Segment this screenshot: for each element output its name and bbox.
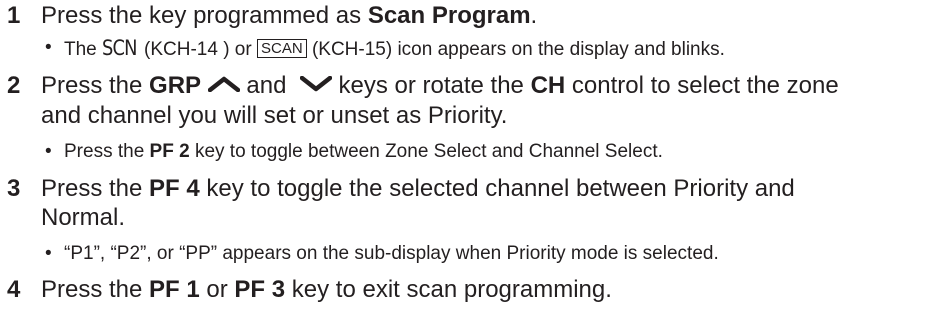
grp-key-label: GRP (149, 72, 202, 99)
step-text: Press the GRP and keys or rotate the CH … (41, 70, 839, 130)
step-1-note: • The SCN (KCH-14 ) or SCAN (KCH-15) ico… (45, 36, 725, 60)
pf4-key-label: PF 4 (149, 175, 200, 203)
step-text: Press the PF 4 key to toggle the selecte… (41, 175, 795, 232)
pf3-key-label: PF 3 (234, 276, 286, 304)
scn-segment-icon: SCN (102, 36, 137, 60)
step-text: Press the PF 1 or PF 3 key to exit scan … (41, 276, 612, 304)
bullet: • (45, 37, 52, 58)
step-number: 4 (7, 276, 21, 304)
bullet: • (45, 141, 52, 163)
step-text: Press the key programmed as Scan Program… (41, 2, 538, 29)
scan-program-key-label: Scan Program (367, 2, 531, 29)
bullet: • (45, 243, 52, 265)
step-3: 3 Press the PF 4 key to toggle the selec… (0, 174, 935, 232)
step-number: 1 (7, 2, 21, 29)
step-4: 4 Press the PF 1 or PF 3 key to exit sca… (0, 275, 935, 304)
chevron-up-icon (207, 70, 240, 99)
pf1-key-label: PF 1 (149, 276, 200, 304)
chevron-down-icon (299, 70, 333, 99)
instruction-steps: 1 Press the key programmed as Scan Progr… (0, 0, 935, 304)
pf2-key-label: PF 2 (149, 141, 190, 163)
step-number: 2 (7, 72, 21, 99)
ch-control-label: CH (530, 72, 566, 99)
step-3-note: • “P1”, “P2”, or “PP” appears on the sub… (45, 243, 719, 265)
step-2: 2 Press the GRP and keys or rotate the C… (0, 71, 935, 130)
step-1: 1 Press the key programmed as Scan Progr… (0, 1, 935, 30)
scan-display-icon: SCAN (256, 39, 307, 58)
step-number: 3 (7, 175, 21, 203)
step-2-note: • Press the PF 2 key to toggle between Z… (45, 141, 663, 163)
